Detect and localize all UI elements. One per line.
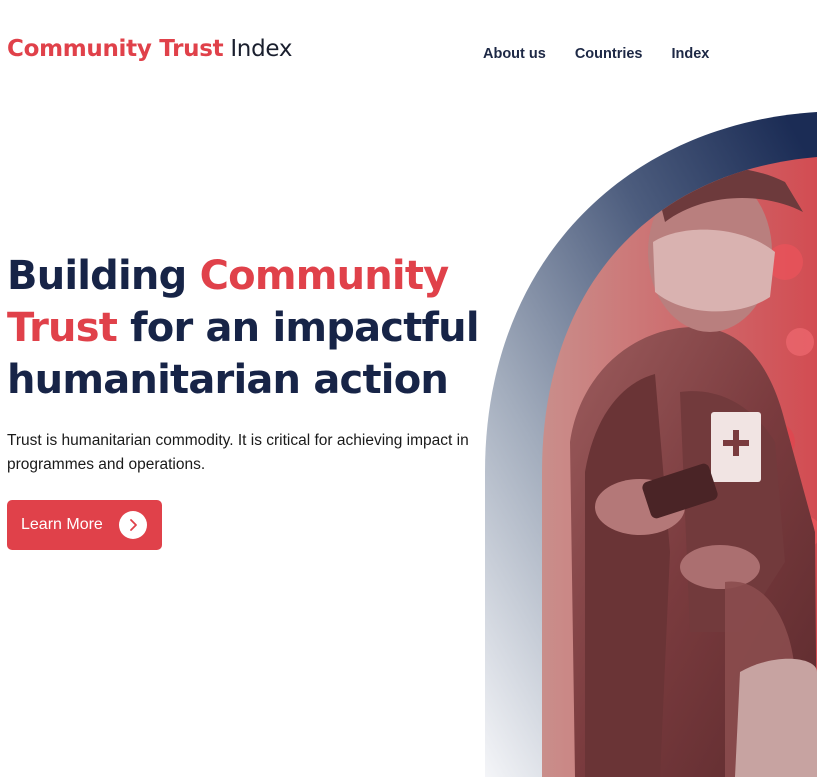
nav-index[interactable]: Index: [672, 46, 710, 62]
hero-headline: Building Community Trust for an impactful…: [7, 250, 487, 406]
headline-accent-2: Trust: [7, 305, 118, 351]
hero-image: [485, 112, 817, 777]
main-nav: About us Countries Index: [483, 46, 709, 62]
headline-accent-1: Community: [199, 253, 450, 299]
headline-text-1: Building: [7, 253, 200, 299]
site-logo[interactable]: Community Trust Index: [7, 36, 292, 62]
chevron-right-icon: [119, 511, 147, 539]
nav-about-us[interactable]: About us: [483, 46, 546, 62]
learn-more-label: Learn More: [21, 516, 103, 533]
hero-lead-text: Trust is humanitarian commodity. It is c…: [7, 432, 469, 473]
learn-more-button[interactable]: Learn More: [7, 500, 162, 550]
logo-secondary-text: Index: [230, 36, 293, 62]
photo-area: [542, 157, 817, 777]
page: Community Trust Index About us Countries…: [0, 0, 817, 777]
logo-primary-text: Community Trust: [7, 36, 224, 62]
nav-countries[interactable]: Countries: [575, 46, 643, 62]
